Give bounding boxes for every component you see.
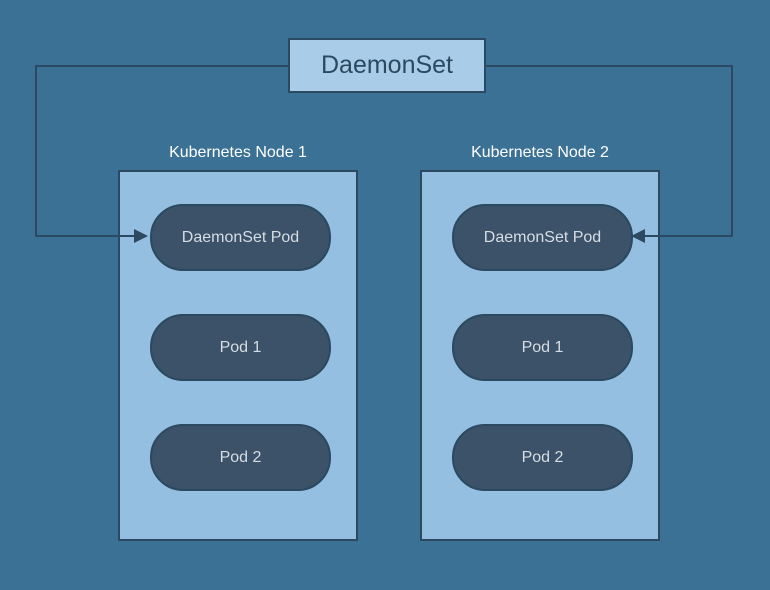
- daemonset-pod-node2: DaemonSet Pod: [452, 204, 633, 271]
- pod-2-node1: Pod 2: [150, 424, 331, 491]
- node-box-2: DaemonSet Pod Pod 1 Pod 2: [420, 170, 660, 541]
- daemonset-pod-node1: DaemonSet Pod: [150, 204, 331, 271]
- daemonset-title: DaemonSet: [321, 51, 453, 80]
- node-box-1: DaemonSet Pod Pod 1 Pod 2: [118, 170, 358, 541]
- pod-1-node2: Pod 1: [452, 314, 633, 381]
- pod-2-node2: Pod 2: [452, 424, 633, 491]
- node-label-2: Kubernetes Node 2: [420, 144, 660, 162]
- pod-1-node1: Pod 1: [150, 314, 331, 381]
- daemonset-box: DaemonSet: [288, 38, 486, 93]
- node-label-1: Kubernetes Node 1: [118, 144, 358, 162]
